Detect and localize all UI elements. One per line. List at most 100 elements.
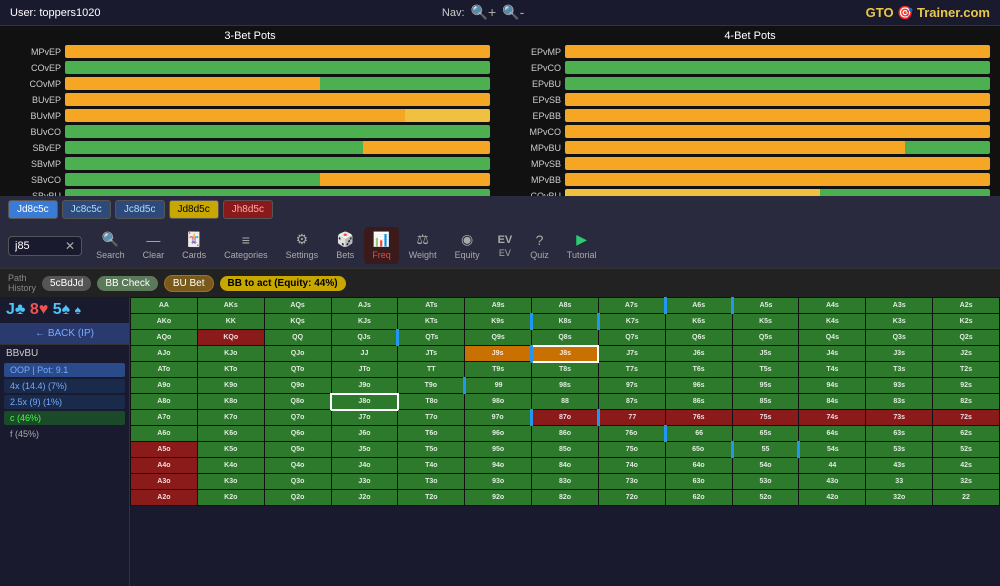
- matrix-cell[interactable]: K7o: [197, 410, 264, 426]
- matrix-cell[interactable]: Q6o: [264, 426, 331, 442]
- zoom-in-icon[interactable]: 🔍+: [471, 4, 497, 21]
- matrix-cell[interactable]: K7s: [598, 314, 665, 330]
- matrix-cell[interactable]: Q8o: [264, 394, 331, 410]
- matrix-cell[interactable]: 44: [799, 458, 866, 474]
- matrix-cell[interactable]: 53s: [866, 442, 933, 458]
- matrix-cell[interactable]: T5o: [398, 442, 465, 458]
- matrix-cell[interactable]: K8o: [197, 394, 264, 410]
- matrix-cell[interactable]: A4o: [131, 458, 198, 474]
- matrix-cell[interactable]: AQs: [264, 298, 331, 314]
- matrix-cell[interactable]: 64o: [665, 458, 732, 474]
- matrix-cell[interactable]: K9o: [197, 378, 264, 394]
- matrix-cell[interactable]: A3s: [866, 298, 933, 314]
- matrix-cell[interactable]: J5o: [331, 442, 398, 458]
- matrix-cell[interactable]: 53o: [732, 474, 799, 490]
- matrix-cell[interactable]: K6o: [197, 426, 264, 442]
- matrix-cell[interactable]: 95o: [465, 442, 532, 458]
- matrix-cell[interactable]: 54o: [732, 458, 799, 474]
- matrix-cell[interactable]: Q4s: [799, 330, 866, 346]
- search-box[interactable]: ✕: [8, 236, 82, 256]
- matrix-cell[interactable]: 42s: [933, 458, 1000, 474]
- matrix-cell[interactable]: KJs: [331, 314, 398, 330]
- matrix-cell[interactable]: Q8s: [532, 330, 599, 346]
- matrix-cell[interactable]: AKo: [131, 314, 198, 330]
- toolbar-search-btn[interactable]: 🔍 Search: [88, 227, 133, 264]
- matrix-cell[interactable]: 92o: [465, 490, 532, 506]
- matrix-cell[interactable]: JTo: [331, 362, 398, 378]
- toolbar-freq-btn[interactable]: 📊 Freq: [364, 227, 399, 264]
- matrix-cell[interactable]: J7s: [598, 346, 665, 362]
- toolbar-categories-btn[interactable]: ≡ Categories: [216, 228, 276, 264]
- matrix-cell[interactable]: A8s: [532, 298, 599, 314]
- toolbar-weight-btn[interactable]: ⚖ Weight: [401, 227, 445, 264]
- matrix-cell[interactable]: 76s: [665, 410, 732, 426]
- search-input[interactable]: [15, 240, 65, 252]
- matrix-cell[interactable]: J6s: [665, 346, 732, 362]
- matrix-cell[interactable]: 98o: [465, 394, 532, 410]
- matrix-cell[interactable]: 82o: [532, 490, 599, 506]
- matrix-cell[interactable]: J6o: [331, 426, 398, 442]
- toolbar-cards-btn[interactable]: 🃏 Cards: [174, 227, 214, 264]
- matrix-cell[interactable]: 94o: [465, 458, 532, 474]
- matrix-cell[interactable]: J7o: [331, 410, 398, 426]
- matrix-cell[interactable]: T2s: [933, 362, 1000, 378]
- matrix-cell[interactable]: 74s: [799, 410, 866, 426]
- matrix-cell[interactable]: A7s: [598, 298, 665, 314]
- matrix-cell[interactable]: 84o: [532, 458, 599, 474]
- matrix-cell[interactable]: JTs: [398, 346, 465, 362]
- matrix-cell[interactable]: K3s: [866, 314, 933, 330]
- matrix-cell[interactable]: 96o: [465, 426, 532, 442]
- matrix-cell[interactable]: 66: [665, 426, 732, 442]
- matrix-cell[interactable]: A6o: [131, 426, 198, 442]
- matrix-cell[interactable]: QTs: [398, 330, 465, 346]
- matrix-cell[interactable]: AJs: [331, 298, 398, 314]
- matrix-cell[interactable]: 72o: [598, 490, 665, 506]
- matrix-cell[interactable]: 77: [598, 410, 665, 426]
- matrix-cell[interactable]: 62o: [665, 490, 732, 506]
- matrix-cell[interactable]: 42o: [799, 490, 866, 506]
- matrix-cell[interactable]: A8o: [131, 394, 198, 410]
- matrix-cell[interactable]: 87s: [598, 394, 665, 410]
- matrix-cell[interactable]: QJs: [331, 330, 398, 346]
- matrix-cell[interactable]: KQo: [197, 330, 264, 346]
- matrix-cell[interactable]: 85o: [532, 442, 599, 458]
- matrix-cell[interactable]: 92s: [933, 378, 1000, 394]
- matrix-cell[interactable]: J5s: [732, 346, 799, 362]
- toolbar-bets-btn[interactable]: 🎲 Bets: [328, 227, 362, 264]
- matrix-cell[interactable]: K4o: [197, 458, 264, 474]
- matrix-cell[interactable]: A9o: [131, 378, 198, 394]
- matrix-cell[interactable]: 52o: [732, 490, 799, 506]
- matrix-cell[interactable]: 32o: [866, 490, 933, 506]
- matrix-cell[interactable]: Q4o: [264, 458, 331, 474]
- hand-tab-jh8d5c[interactable]: Jh8d5c: [223, 200, 273, 219]
- matrix-cell[interactable]: Q7o: [264, 410, 331, 426]
- matrix-cell[interactable]: 72s: [933, 410, 1000, 426]
- matrix-cell[interactable]: 43s: [866, 458, 933, 474]
- matrix-cell[interactable]: QJo: [264, 346, 331, 362]
- matrix-cell[interactable]: K5s: [732, 314, 799, 330]
- matrix-cell[interactable]: K8s: [532, 314, 599, 330]
- matrix-cell[interactable]: QQ: [264, 330, 331, 346]
- matrix-cell[interactable]: KK: [197, 314, 264, 330]
- matrix-cell[interactable]: Q9o: [264, 378, 331, 394]
- matrix-cell[interactable]: T3s: [866, 362, 933, 378]
- matrix-cell[interactable]: T9s: [465, 362, 532, 378]
- matrix-cell[interactable]: ATs: [398, 298, 465, 314]
- matrix-cell[interactable]: 73s: [866, 410, 933, 426]
- matrix-cell[interactable]: J3s: [866, 346, 933, 362]
- matrix-cell[interactable]: K9s: [465, 314, 532, 330]
- matrix-cell[interactable]: 97s: [598, 378, 665, 394]
- bu-bet-btn[interactable]: BU Bet: [164, 275, 214, 292]
- matrix-cell[interactable]: 96s: [665, 378, 732, 394]
- matrix-cell[interactable]: TT: [398, 362, 465, 378]
- matrix-cell[interactable]: Q2o: [264, 490, 331, 506]
- matrix-cell[interactable]: 63s: [866, 426, 933, 442]
- toolbar-clear-btn[interactable]: — Clear: [135, 228, 173, 264]
- matrix-cell[interactable]: 84s: [799, 394, 866, 410]
- matrix-cell[interactable]: 65s: [732, 426, 799, 442]
- matrix-cell[interactable]: AKs: [197, 298, 264, 314]
- matrix-cell[interactable]: KQs: [264, 314, 331, 330]
- toolbar-tutorial-btn[interactable]: ▶ Tutorial: [559, 227, 605, 264]
- toolbar-quiz-btn[interactable]: ? Quiz: [522, 228, 557, 264]
- matrix-cell[interactable]: K5o: [197, 442, 264, 458]
